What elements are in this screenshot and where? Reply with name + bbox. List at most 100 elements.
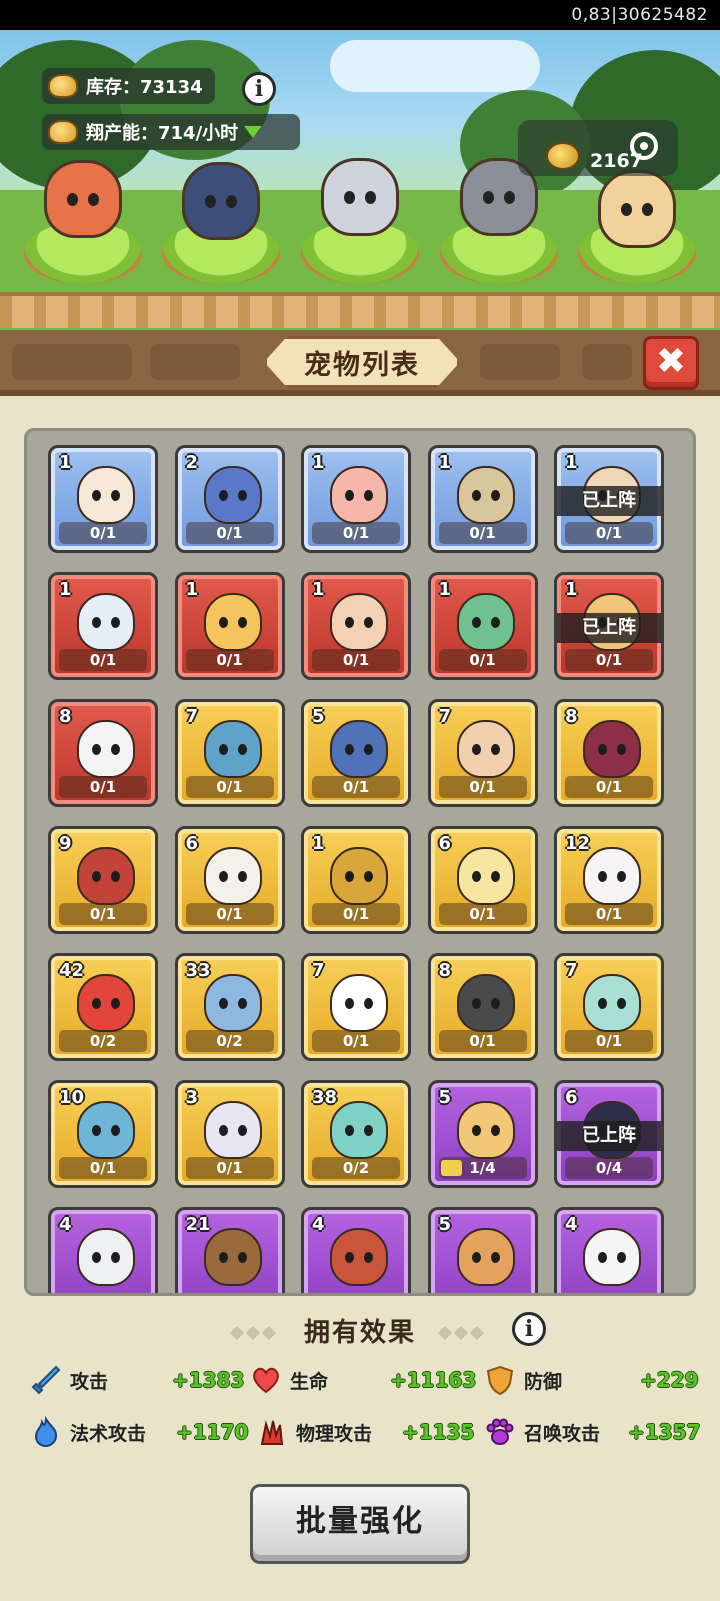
stat-name: 召唤攻击 [524, 1422, 601, 1445]
pet-shard-count: 0/1 [438, 649, 527, 671]
pet-portrait [203, 720, 262, 778]
panel-title: 宠物列表 [304, 349, 420, 381]
stat-attack: 攻击 [30, 1362, 108, 1398]
pet-card[interactable]: 1 0/1 [427, 445, 538, 553]
pet-card[interactable]: 1 0/1 [301, 826, 411, 934]
heart-icon [253, 1367, 279, 1394]
pet-portrait [330, 593, 388, 651]
pet-card[interactable]: 4 [48, 1207, 158, 1293]
pet-card[interactable]: 6 0/1 [174, 826, 285, 934]
pet-shard-count: 0/1 [312, 1030, 400, 1052]
pet-card[interactable]: 1 0/1 [174, 572, 285, 680]
info-icon[interactable]: i [242, 72, 276, 106]
pet-card[interactable]: 12 0/1 [554, 826, 664, 934]
gold-counter[interactable]: 2167 [518, 120, 678, 176]
pet-card[interactable]: 38 0/2 [301, 1080, 411, 1188]
pet-shard-text: 0/1 [342, 1032, 370, 1050]
pet-card[interactable]: 1 0/1 [48, 445, 158, 553]
pet-card[interactable]: 5 [427, 1207, 538, 1293]
stat-name: 物理攻击 [296, 1422, 373, 1445]
pet-card[interactable]: 7 0/1 [301, 953, 411, 1061]
pet-card[interactable]: 1 0/1 [301, 445, 411, 553]
shard-progress-bar [440, 1160, 462, 1176]
scene-pet[interactable] [44, 160, 122, 238]
pet-shard-text: 0/1 [595, 651, 623, 669]
scene-pet[interactable] [182, 162, 260, 240]
pet-portrait [203, 1101, 262, 1159]
pet-shard-count: 0/1 [185, 649, 274, 671]
pet-portrait [77, 1228, 135, 1286]
dropdown-arrow-icon[interactable] [244, 126, 263, 138]
pet-card[interactable]: 6 0/1 [427, 826, 538, 934]
pet-portrait [330, 1228, 388, 1286]
pet-portrait [330, 1101, 388, 1159]
stat-value: +1383 [172, 1368, 245, 1392]
pet-portrait [583, 1228, 641, 1286]
pet-card[interactable]: 8 0/1 [427, 953, 538, 1061]
stat-value: +1357 [628, 1420, 701, 1444]
pet-card[interactable]: 33 0/2 [174, 953, 285, 1061]
pet-card[interactable]: 21 [174, 1207, 285, 1293]
close-button[interactable]: ✖ [643, 336, 699, 390]
pet-card[interactable]: 7 0/1 [554, 953, 664, 1061]
pet-shard-count: 1/4 [438, 1157, 527, 1179]
pet-level: 7 [185, 706, 199, 727]
pet-portrait [77, 974, 135, 1032]
pet-card[interactable]: 1 0/1 已上阵 [554, 445, 664, 553]
pet-shard-count: 0/1 [438, 903, 527, 925]
pet-card[interactable]: 8 0/1 [48, 699, 158, 807]
pet-card[interactable]: 7 0/1 [427, 699, 538, 807]
stat-name: 法术攻击 [70, 1422, 147, 1445]
pet-card[interactable]: 1 0/1 已上阵 [554, 572, 664, 680]
scene-pet[interactable] [598, 170, 676, 248]
target-icon[interactable] [630, 132, 658, 160]
claw-icon [260, 1420, 284, 1445]
pet-portrait [330, 974, 388, 1032]
stat-value: +229 [640, 1368, 699, 1392]
pet-shard-text: 0/2 [89, 1032, 117, 1050]
pet-portrait [203, 466, 262, 524]
pet-card[interactable]: 1 0/1 [301, 572, 411, 680]
pet-card[interactable]: 5 0/1 [301, 699, 411, 807]
pet-card[interactable]: 3 0/1 [174, 1080, 285, 1188]
pet-card[interactable]: 42 0/2 [48, 953, 158, 1061]
pet-shard-count: 0/1 [185, 903, 274, 925]
pet-card[interactable]: 10 0/1 [48, 1080, 158, 1188]
pet-shard-text: 0/1 [595, 778, 623, 796]
pet-card[interactable]: 5 1/4 [427, 1080, 538, 1188]
deployed-badge: 已上阵 [557, 486, 661, 516]
scene-pet[interactable] [321, 158, 399, 236]
pet-card[interactable]: 4 [554, 1207, 664, 1293]
inventory-text: 库存：73134 [86, 77, 203, 98]
pet-card[interactable]: 4 [301, 1207, 411, 1293]
pet-level: 8 [438, 960, 452, 981]
pet-portrait [77, 593, 135, 651]
pet-card[interactable]: 9 0/1 [48, 826, 158, 934]
pet-card[interactable]: 6 0/4 已上阵 [554, 1080, 664, 1188]
effects-info-icon[interactable]: i [512, 1312, 546, 1346]
stat-value: +1135 [402, 1420, 475, 1444]
stat-name: 生命 [290, 1370, 329, 1393]
pet-level: 8 [59, 706, 72, 727]
stat-name: 攻击 [70, 1370, 109, 1393]
pet-level: 1 [438, 579, 452, 600]
pet-shard-count: 0/1 [565, 903, 653, 925]
pet-grid-container[interactable]: 1 0/1 2 0/1 1 0/1 1 0/1 1 0/1 已上阵 1 0/1 1 0/1 1 0/1 1 0/1 1… [24, 428, 696, 1296]
pet-portrait [456, 466, 515, 524]
pet-list-panel: 宠物列表 ✖ 1 0/1 2 0/1 1 0/1 1 0/1 1 0/1 已上阵 1 0/1 1 0/1 1 0… [0, 330, 720, 1601]
pet-shard-text: 0/1 [216, 1159, 243, 1177]
pet-portrait [77, 1101, 135, 1159]
pet-card[interactable]: 7 0/1 [174, 699, 285, 807]
pet-card[interactable]: 2 0/1 [174, 445, 285, 553]
pet-level: 6 [185, 833, 199, 854]
pet-portrait [203, 847, 262, 905]
pet-shard-text: 0/1 [342, 778, 370, 796]
gold-coin-icon [546, 142, 580, 170]
pet-portrait [330, 466, 388, 524]
pet-card[interactable]: 8 0/1 [554, 699, 664, 807]
pet-card[interactable]: 1 0/1 [48, 572, 158, 680]
pet-level: 10 [59, 1087, 85, 1108]
batch-upgrade-button[interactable]: 批量强化 [250, 1484, 470, 1564]
pet-card[interactable]: 1 0/1 [427, 572, 538, 680]
pet-shard-count: 0/1 [185, 776, 274, 798]
